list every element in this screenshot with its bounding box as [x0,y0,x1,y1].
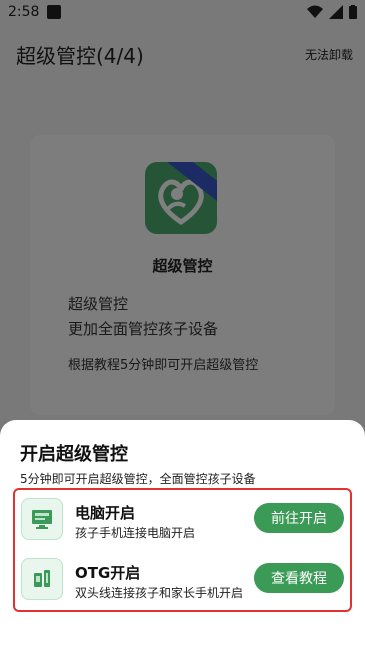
options-highlight: 电脑开启 孩子手机连接电脑开启 前往开启 OTG开启 双头线连接孩子和家长手机开… [13,488,352,612]
sheet-title: 开启超级管控 [20,444,128,465]
option-otg[interactable]: OTG开启 双头线连接孩子和家长手机开启 查看教程 [15,552,350,608]
go-enable-button[interactable]: 前往开启 [254,503,344,533]
view-tutorial-button[interactable]: 查看教程 [254,563,344,593]
option-desc: 孩子手机连接电脑开启 [75,526,196,540]
sheet-subtitle: 5分钟即可开启超级管控，全面管控孩子设备 [20,472,256,486]
option-title: 电脑开启 [75,504,136,522]
option-desc: 双头线连接孩子和家长手机开启 [75,586,244,600]
option-computer[interactable]: 电脑开启 孩子手机连接电脑开启 前往开启 [15,492,350,548]
computer-icon [21,498,63,540]
otg-icon [21,558,63,600]
option-title: OTG开启 [75,564,141,582]
bottom-sheet: 开启超级管控 5分钟即可开启超级管控，全面管控孩子设备 电脑开启 孩子手机连接电… [0,420,365,650]
